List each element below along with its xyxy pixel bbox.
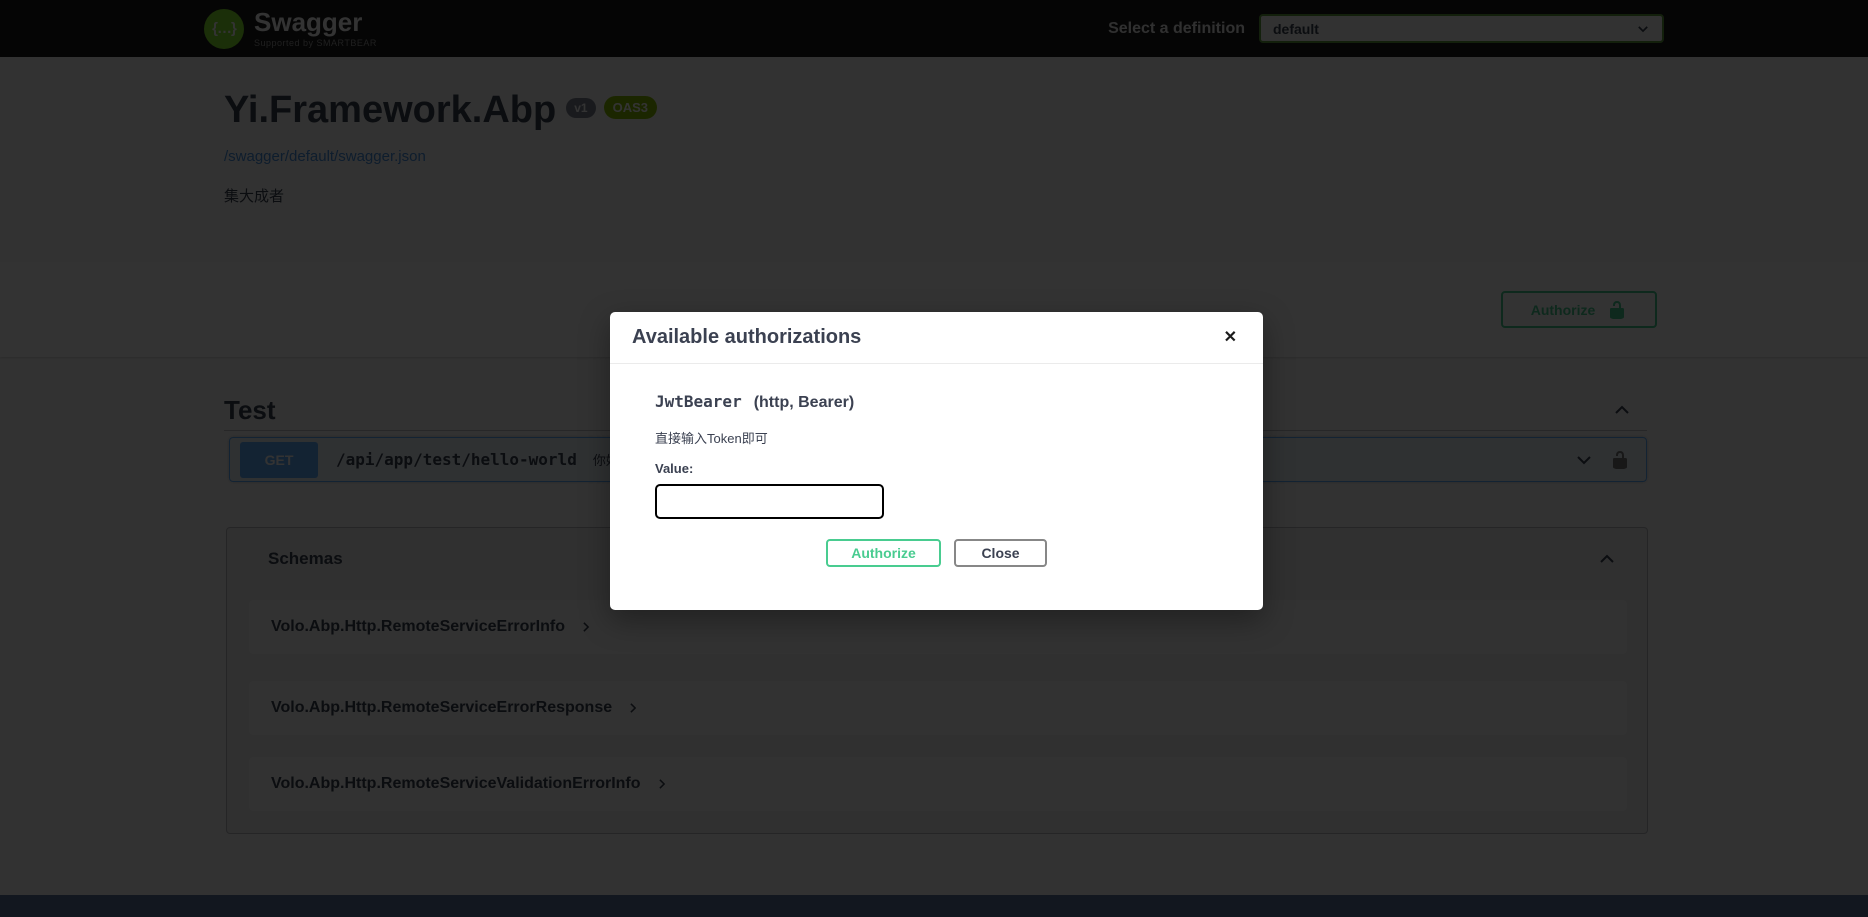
auth-scheme-heading: JwtBearer (http, Bearer) bbox=[655, 392, 1218, 412]
modal-body: JwtBearer (http, Bearer) 直接输入Token即可 Val… bbox=[610, 364, 1263, 567]
modal-title: Available authorizations bbox=[632, 326, 861, 349]
auth-scheme-name: JwtBearer bbox=[655, 392, 742, 411]
value-label: Value: bbox=[655, 461, 1218, 476]
token-value-input[interactable] bbox=[655, 484, 884, 519]
close-icon[interactable]: ✕ bbox=[1220, 328, 1241, 348]
authorizations-modal: Available authorizations ✕ JwtBearer (ht… bbox=[610, 312, 1263, 610]
modal-close-button[interactable]: Close bbox=[954, 539, 1047, 567]
modal-authorize-button[interactable]: Authorize bbox=[826, 539, 941, 567]
auth-scheme-type: (http, Bearer) bbox=[754, 394, 854, 412]
modal-buttons: Authorize Close bbox=[655, 539, 1218, 567]
auth-scheme-description: 直接输入Token即可 bbox=[655, 428, 1218, 447]
modal-header: Available authorizations ✕ bbox=[610, 312, 1263, 364]
